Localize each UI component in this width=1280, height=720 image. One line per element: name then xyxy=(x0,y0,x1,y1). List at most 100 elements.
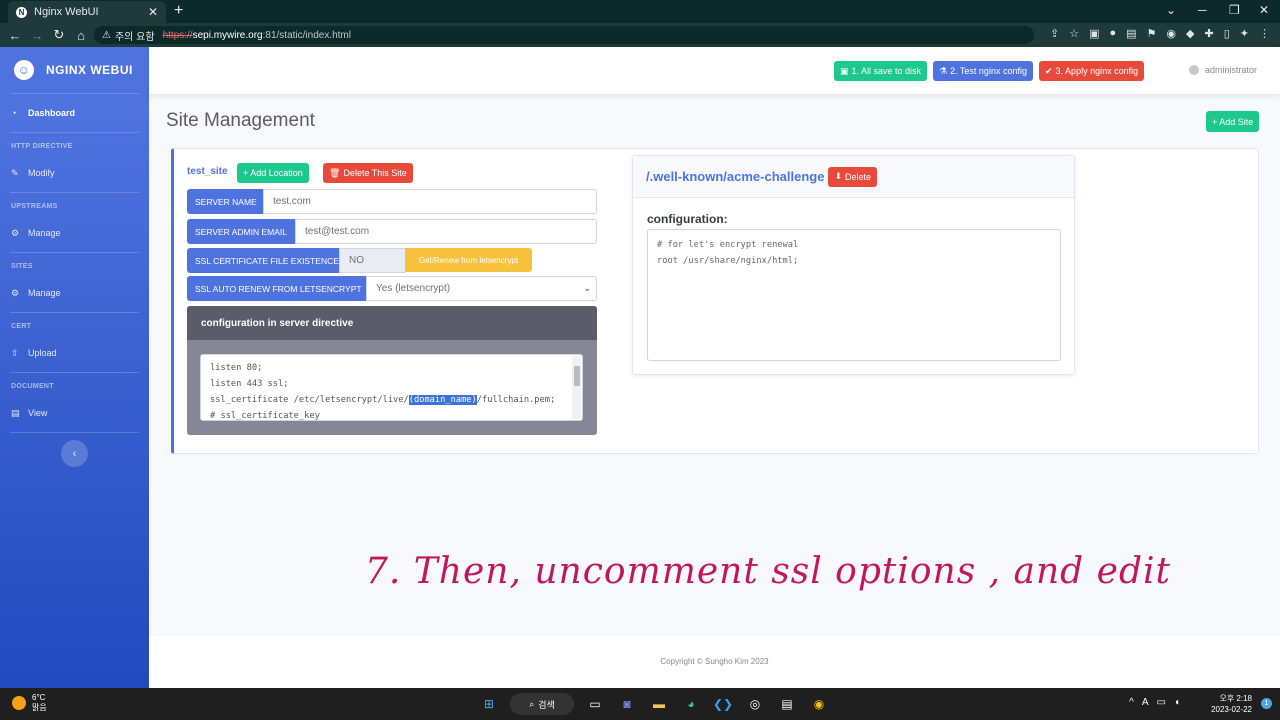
clock[interactable]: 오후 2:18 2023-02-22 xyxy=(1211,693,1252,715)
test-config-button[interactable]: ⚗ 2. Test nginx config xyxy=(933,61,1033,81)
chevron-up-icon[interactable]: ^ xyxy=(1129,697,1134,708)
maximize-icon[interactable]: ❐ xyxy=(1229,3,1240,17)
auto-renew-selected: Yes (letsencrypt) xyxy=(376,283,451,294)
file-explorer-icon[interactable]: ▬ xyxy=(648,693,670,715)
menu-icon[interactable]: ⋮ xyxy=(1259,27,1270,40)
extension-icon[interactable]: ▣ xyxy=(1089,27,1099,40)
vscode-icon[interactable]: ❮❯ xyxy=(712,693,734,715)
app-icon[interactable]: ◎ xyxy=(744,693,766,715)
back-icon[interactable]: ← xyxy=(4,28,26,43)
sidebar-item-dashboard[interactable]: ◔ Dashboard xyxy=(0,94,149,132)
chrome-icon[interactable]: ◉ xyxy=(808,693,830,715)
renew-cert-button[interactable]: Get/Renew from letsencrypt xyxy=(405,248,532,272)
url-scheme: https:// xyxy=(162,29,193,41)
windows-start-icon[interactable]: ⊞ xyxy=(478,693,500,715)
sidebar-heading-sites: SITES xyxy=(11,263,33,270)
sidebar-item-label: Dashboard xyxy=(28,108,76,118)
puzzle-icon[interactable]: ✚ xyxy=(1205,27,1214,40)
code-line: listen 443 ssl; xyxy=(210,379,289,389)
site-name: test_site xyxy=(187,166,228,177)
user-menu[interactable]: administrator xyxy=(1189,65,1257,75)
tab-title: Nginx WebUI xyxy=(34,6,99,18)
auto-renew-label: SSL AUTO RENEW FROM LETSENCRYPT xyxy=(187,276,366,301)
textarea-scrollbar[interactable] xyxy=(572,356,581,419)
weather-text: 맑음 xyxy=(32,703,47,712)
wink-logo-icon: ☺ xyxy=(14,60,34,80)
url-path: :81/static/index.html xyxy=(262,29,351,41)
code-line: listen 80; xyxy=(210,363,263,373)
close-window-icon[interactable]: ✕ xyxy=(1259,3,1269,17)
extension-icon[interactable]: ⚑ xyxy=(1147,27,1157,40)
edge-icon[interactable]: ◕ xyxy=(680,693,702,715)
check-icon: ✔ xyxy=(1045,65,1053,76)
close-tab-icon[interactable]: ✕ xyxy=(148,5,158,19)
tab-search-icon[interactable]: ⌄ xyxy=(1166,3,1176,17)
location-card: /.well-known/acme-challenge ⬇ Delete con… xyxy=(632,155,1075,375)
sidebar-brand[interactable]: ☺ NGINX WEBUI xyxy=(0,47,149,93)
weather-widget[interactable]: 6°C 맑음 xyxy=(12,693,47,713)
server-name-label: SERVER NAME xyxy=(187,189,263,214)
page-title: Site Management xyxy=(166,110,315,131)
extension-icon[interactable]: ◉ xyxy=(1166,27,1176,40)
add-location-button[interactable]: + Add Location xyxy=(237,163,309,183)
location-path: /.well-known/acme-challenge xyxy=(646,169,825,184)
browser-tab[interactable]: N Nginx WebUI ✕ xyxy=(8,1,166,23)
sidebar-heading-upstreams: UPSTREAMS xyxy=(11,203,58,210)
reload-icon[interactable]: ↻ xyxy=(48,27,70,43)
location-header: /.well-known/acme-challenge ⬇ Delete xyxy=(633,156,1074,198)
chat-icon[interactable]: ◙ xyxy=(616,693,638,715)
book-icon: ▤ xyxy=(11,407,20,418)
sidebar-heading-document: DOCUMENT xyxy=(11,383,54,390)
monitor-icon[interactable]: ▭ xyxy=(1157,697,1166,708)
test-config-label: 2. Test nginx config xyxy=(950,66,1027,76)
delete-site-button[interactable]: 🗑 Delete This Site xyxy=(323,163,413,183)
ssl-existence-label: SSL CERTIFICATE FILE EXISTENCE xyxy=(187,248,339,273)
sidebar-item-label: Modify xyxy=(28,168,55,178)
extension-icon[interactable]: ▤ xyxy=(1126,27,1136,40)
share-icon[interactable]: ⇪ xyxy=(1050,27,1059,40)
sidepanel-icon[interactable]: ▯ xyxy=(1224,27,1230,40)
chevron-down-icon: ⌄ xyxy=(583,283,591,293)
delete-location-button[interactable]: ⬇ Delete xyxy=(828,166,878,187)
sidebar-item-document-view[interactable]: ▤ View xyxy=(0,394,149,432)
app-icon[interactable]: ▤ xyxy=(776,693,798,715)
taskbar-apps: ⊞ ⌕ 검색 ▭ ◙ ▬ ◕ ❮❯ ◎ ▤ ◉ xyxy=(478,693,830,715)
sidebar-item-upstreams-manage[interactable]: ⚙ Manage xyxy=(0,214,149,252)
minimize-icon[interactable]: ─ xyxy=(1198,3,1207,17)
sidebar-item-label: Manage xyxy=(28,288,61,298)
server-directive-textarea[interactable]: listen 80; listen 443 ssl; ssl_certifica… xyxy=(200,354,583,421)
server-name-input[interactable]: test.com xyxy=(263,189,597,214)
upload-icon: ⇧ xyxy=(11,347,19,358)
save-to-disk-button[interactable]: ▣ 1. All save to disk xyxy=(834,61,928,81)
save-to-disk-label: 1. All save to disk xyxy=(851,66,922,76)
ime-icon[interactable]: A xyxy=(1142,697,1149,708)
bookmark-star-icon[interactable]: ☆ xyxy=(1069,27,1079,40)
sidebar-item-http-modify[interactable]: ✎ Modify xyxy=(0,154,149,192)
speaker-icon[interactable]: ◖ xyxy=(1174,697,1180,708)
notification-badge[interactable]: 1 xyxy=(1261,698,1272,709)
forward-icon[interactable]: → xyxy=(26,28,48,43)
sidebar-item-cert-upload[interactable]: ⇧ Upload xyxy=(0,334,149,372)
extension-icon[interactable]: ● xyxy=(1109,27,1116,40)
selected-text: (domain_name) xyxy=(408,395,477,405)
location-config-textarea[interactable]: # for let's encrypt renewal root /usr/sh… xyxy=(647,229,1061,361)
home-icon[interactable]: ⌂ xyxy=(70,28,92,43)
sidebar-item-sites-manage[interactable]: ⚙ Manage xyxy=(0,274,149,312)
scrollbar-thumb[interactable] xyxy=(574,366,580,386)
gear-icon: ⚙ xyxy=(11,287,20,298)
profile-icon[interactable]: ✦ xyxy=(1240,27,1249,40)
sidebar-toggle-button[interactable]: ‹ xyxy=(61,440,88,467)
admin-email-input[interactable]: test@test.com xyxy=(295,219,597,244)
new-tab-icon[interactable]: + xyxy=(174,2,183,20)
clock-date: 2023-02-22 xyxy=(1211,705,1252,714)
task-view-icon[interactable]: ▭ xyxy=(584,693,606,715)
code-line: root /usr/share/nginx/html; xyxy=(657,256,799,266)
auto-renew-select[interactable]: Yes (letsencrypt) ⌄ xyxy=(366,276,597,301)
extension-icon[interactable]: ◆ xyxy=(1186,27,1194,40)
apply-config-button[interactable]: ✔ 3. Apply nginx config xyxy=(1039,61,1145,81)
taskbar-search[interactable]: ⌕ 검색 xyxy=(510,693,574,715)
extension-icons: ⇪ ☆ ▣ ● ▤ ⚑ ◉ ◆ ✚ ▯ ✦ ⋮ xyxy=(1050,27,1270,40)
edit-icon: ✎ xyxy=(11,167,19,178)
url-input[interactable]: ⚠ 주의 요함 https:// sepi.mywire.org :81/sta… xyxy=(94,26,1034,44)
add-site-button[interactable]: + Add Site xyxy=(1206,111,1260,132)
